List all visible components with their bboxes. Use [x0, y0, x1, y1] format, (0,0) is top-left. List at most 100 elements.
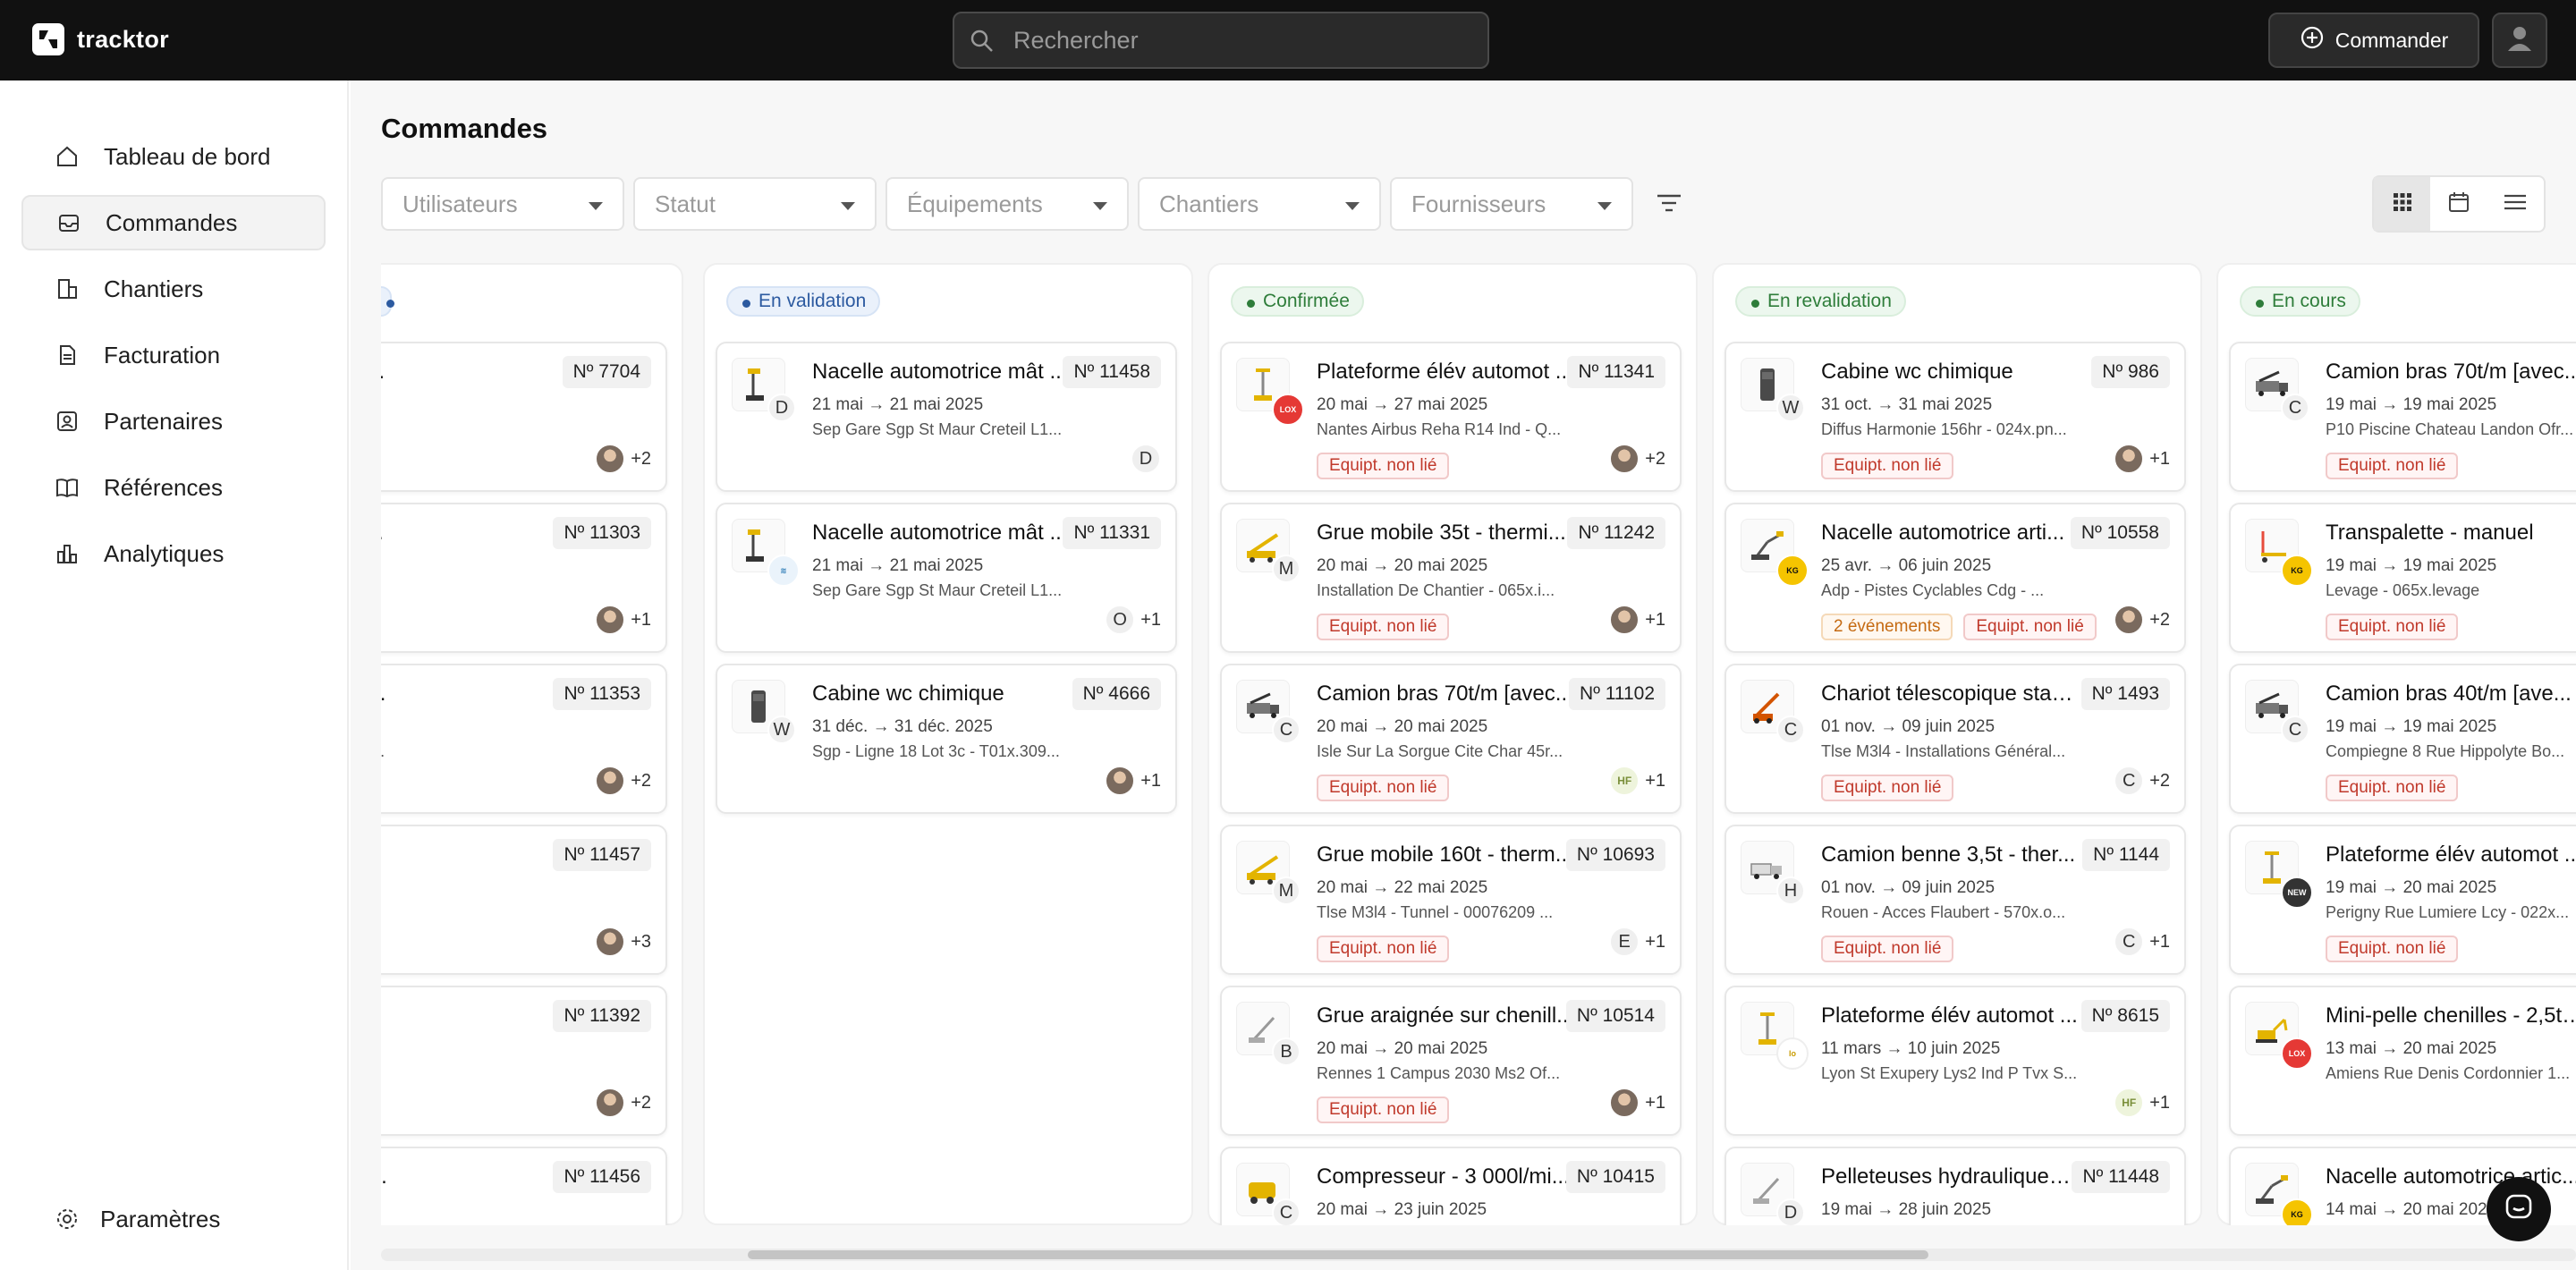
order-card[interactable]: LOX Plateforme élév automot ... Nº 11341 20… — [1220, 342, 1682, 492]
order-card[interactable]: LOX Mini-pelle chenilles - 2,5t ... 13 mai… — [2229, 986, 2576, 1136]
sidebar-item-commandes[interactable]: Commandes — [21, 195, 326, 250]
participants-more-count: +1 — [1645, 609, 1665, 630]
supplier-initial-badge: D — [1776, 1198, 1805, 1225]
grid-view-button[interactable] — [2374, 177, 2431, 231]
order-card[interactable]: W Cabine wc chimique Nº 986 31 oct. → 31 ma… — [1724, 342, 2186, 492]
order-tag: Equipt. non lié — [2326, 453, 2459, 479]
kanban-board: monte-matériaux...Nº 7704déc. 2025De Cha… — [381, 263, 2576, 1225]
order-title: monte-matériaux... — [381, 360, 465, 385]
participant-avatar — [595, 766, 626, 796]
filter-fournisseurs[interactable]: Fournisseurs — [1390, 177, 1633, 231]
chat-support-button[interactable] — [2487, 1177, 2551, 1241]
filter-equipements[interactable]: Équipements — [886, 177, 1129, 231]
order-participants[interactable]: +2 — [1609, 444, 1665, 474]
order-location: P10 Piscine Chateau Landon Ofr... — [2326, 420, 2574, 438]
order-card[interactable]: B Grue araignée sur chenill... Nº 10514 20 … — [1220, 986, 1682, 1136]
participant-avatar — [1105, 766, 1136, 796]
order-participants[interactable]: +1 — [1609, 605, 1665, 635]
order-card[interactable]: C Compresseur - 3 000l/mi... Nº 10415 20 ma… — [1220, 1147, 1682, 1225]
order-number: Nº 11392 — [553, 1000, 651, 1032]
order-participants[interactable]: E +1 — [1609, 927, 1665, 957]
order-location: 2x.pc0130 — [381, 903, 474, 922]
search-icon — [969, 28, 996, 59]
order-card[interactable]: C Chariot télescopique stabi... Nº 1493 01 … — [1724, 664, 2186, 814]
order-card[interactable]: M Grue mobile 160t - therm... Nº 10693 20 m… — [1220, 825, 1682, 975]
order-participants[interactable]: +3 — [595, 927, 651, 957]
order-participants[interactable]: +1 — [1105, 766, 1161, 796]
calendar-view-button[interactable] — [2430, 177, 2487, 231]
search-input[interactable] — [1013, 22, 1470, 58]
order-card[interactable]: KG Transpalette - manuel 19 mai → 19 mai 2… — [2229, 503, 2576, 653]
sidebar-item-tableau-de-bord[interactable]: Tableau de bord — [21, 129, 326, 184]
order-card[interactable]: lo Plateforme élév automot ... Nº 8615 11 m… — [1724, 986, 2186, 1136]
order-number: Nº 11353 — [553, 678, 651, 710]
order-participants[interactable]: D — [1131, 444, 1161, 474]
order-card[interactable]: nât vertical [gen]Nº 113923 mai 202565x.… — [381, 986, 667, 1136]
contact-icon — [54, 408, 80, 435]
order-location: Installation De Chantier - 065x.i... — [1317, 581, 1555, 599]
order-number: Nº 11303 — [553, 517, 651, 549]
sidebar-item-references[interactable]: Références — [21, 460, 326, 515]
order-card[interactable]: D Nacelle automotrice mât ... Nº 11458 21 m… — [716, 342, 1177, 492]
order-tags: Equipt. non lié — [1317, 775, 1450, 801]
order-participants[interactable]: +1 — [1609, 1088, 1665, 1118]
sidebar-item-facturation[interactable]: Facturation — [21, 327, 326, 383]
order-participants[interactable]: O +1 — [1105, 605, 1161, 635]
order-dates: 01 nov. → 09 juin 2025 — [1821, 878, 1996, 897]
sidebar-item-parametres[interactable]: Paramètres — [21, 1191, 326, 1247]
order-card[interactable]: e chenilles - 5t - t...Nº 114568 mai 202… — [381, 1147, 667, 1225]
order-participants[interactable]: +2 — [595, 444, 651, 474]
order-card[interactable]: C Camion bras 70t/m [avec... Nº 11102 20 ma… — [1220, 664, 1682, 814]
user-avatar-button[interactable] — [2492, 13, 2547, 68]
kanban-column: Confirmée LOX Plateforme élév automot ... N… — [1208, 263, 1698, 1225]
horizontal-scrollbar[interactable] — [381, 1249, 2576, 1261]
order-card[interactable]: monte-matériaux...Nº 7704déc. 2025De Cha… — [381, 342, 667, 492]
order-card[interactable]: M Grue mobile 35t - thermi... Nº 11242 20 m… — [1220, 503, 1682, 653]
scrollbar-thumb[interactable] — [748, 1250, 1928, 1259]
filter-label: Utilisateurs — [402, 190, 518, 217]
order-participants[interactable]: +2 — [595, 766, 651, 796]
order-participants[interactable]: +2 — [2114, 605, 2170, 635]
order-participants[interactable]: C +1 — [2114, 927, 2170, 957]
order-title: Grue araignée sur chenill... — [1317, 1003, 1575, 1028]
order-dates: 31 déc. → 31 déc. 2025 — [812, 717, 993, 736]
participant-initial: C — [2114, 766, 2145, 796]
order-card[interactable]: C Camion bras 70t/m [avec... 19 mai → 19 m… — [2229, 342, 2576, 492]
filter-statut[interactable]: Statut — [633, 177, 877, 231]
order-card[interactable]: utomotrice (artic...Nº 114578 mai 20252x… — [381, 825, 667, 975]
order-title: Cabine wc chimique — [812, 682, 1004, 706]
order-participants[interactable]: HF +1 — [2114, 1088, 2170, 1118]
order-tag: Equipt. non lié — [1317, 1096, 1450, 1123]
sidebar-item-analytiques[interactable]: Analytiques — [21, 526, 326, 581]
order-card[interactable]: KG Nacelle automotrice arti... Nº 10558 25 … — [1724, 503, 2186, 653]
order-participants[interactable]: C +2 — [2114, 766, 2170, 796]
book-icon — [54, 474, 80, 501]
order-title: utilitaire - 6m3 - t... — [381, 521, 465, 546]
caret-down-icon — [1597, 202, 1612, 210]
sidebar-item-partenaires[interactable]: Partenaires — [21, 394, 326, 449]
filter-lines-icon[interactable] — [1654, 189, 1684, 224]
order-card[interactable]: utilitaire - 6m3 - t...Nº 113030 mai 202… — [381, 503, 667, 653]
brand-logo[interactable]: tracktor — [32, 23, 169, 55]
participant-avatar — [1609, 444, 1640, 474]
filter-utilisateurs[interactable]: Utilisateurs — [381, 177, 624, 231]
order-card[interactable]: NEW Plateforme élév automot ... 19 mai → 2… — [2229, 825, 2576, 975]
order-card[interactable]: ≋ Nacelle automotrice mât ... Nº 11331 21 m… — [716, 503, 1177, 653]
order-participants[interactable]: +1 — [2114, 444, 2170, 474]
sidebar-item-label: Références — [104, 473, 223, 501]
commander-button[interactable]: Commander — [2268, 13, 2479, 68]
order-card[interactable]: W Cabine wc chimique Nº 4666 31 déc. → 31 d… — [716, 664, 1177, 814]
sidebar-item-chantiers[interactable]: Chantiers — [21, 261, 326, 317]
order-tag: Equipt. non lié — [1317, 936, 1450, 962]
order-card[interactable]: D Pelleteuses hydrauliques ... Nº 11448 19 … — [1724, 1147, 2186, 1225]
order-card[interactable]: H Camion benne 3,5t - ther... Nº 1144 01 no… — [1724, 825, 2186, 975]
order-participants[interactable]: +2 — [595, 1088, 651, 1118]
filter-chantiers[interactable]: Chantiers — [1138, 177, 1381, 231]
list-view-button[interactable] — [2487, 177, 2544, 231]
search-box[interactable] — [953, 12, 1489, 69]
order-card[interactable]: es hydrauliques [...Nº 113533 mai 2025en… — [381, 664, 667, 814]
order-title: Mini-pelle chenilles - 2,5t ... — [2326, 1003, 2576, 1028]
order-participants[interactable]: HF +1 — [1609, 766, 1665, 796]
order-participants[interactable]: +1 — [595, 605, 651, 635]
order-card[interactable]: C Camion bras 40t/m [ave... 19 mai → 19 ma… — [2229, 664, 2576, 814]
